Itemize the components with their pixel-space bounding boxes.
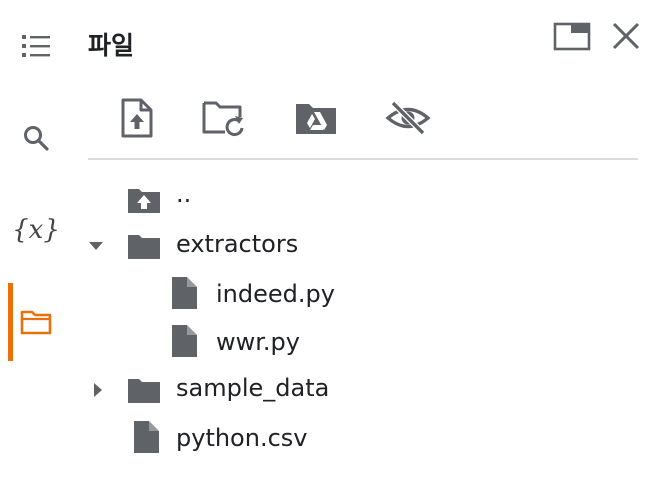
caret-right-icon[interactable] [88,380,108,400]
tree-row-label: indeed.py [216,280,335,308]
mount-drive-button[interactable] [288,92,344,148]
upload-button[interactable] [109,92,165,148]
tree-row-label: wwr.py [216,328,300,356]
toc-icon [19,32,53,60]
variables-button[interactable]: {x} [0,200,72,260]
hide-hidden-files-icon [385,99,431,141]
file-icon [128,421,164,453]
tree-row-parent[interactable]: .. [80,176,640,224]
table-of-contents-button[interactable] [0,16,72,76]
tree-row-label: .. [176,180,192,208]
file-icon [166,277,202,309]
toolbar-divider [88,158,638,160]
search-icon [21,123,51,153]
mount-drive-icon [294,100,338,140]
folder-icon [126,232,162,262]
tree-row-file[interactable]: indeed.py [80,272,640,320]
folder-icon [126,376,162,406]
variables-icon: {x} [12,215,60,245]
close-button[interactable] [606,18,646,58]
tree-row-folder[interactable]: sample_data [80,366,640,414]
close-icon [611,21,641,55]
file-icon [166,325,202,357]
parent-folder-icon [126,186,162,216]
open-in-tab-icon [553,20,591,56]
tree-row-file[interactable]: python.csv [80,416,640,464]
open-in-tab-button[interactable] [552,18,592,58]
upload-file-icon [119,97,155,143]
tree-row-folder[interactable]: extractors [80,222,640,270]
folder-icon [19,308,53,336]
caret-down-icon[interactable] [86,236,106,256]
tree-row-file[interactable]: wwr.py [80,320,640,368]
tree-row-label: extractors [176,230,299,258]
files-toolbar [88,92,638,148]
left-rail: {x} [0,0,72,498]
panel-title: 파일 [88,31,135,60]
tree-row-label: sample_data [176,374,330,402]
refresh-button[interactable] [196,92,252,148]
files-button[interactable] [0,292,72,352]
refresh-folder-icon [201,99,247,141]
toggle-hidden-files-button[interactable] [380,92,436,148]
search-button[interactable] [0,108,72,168]
tree-row-label: python.csv [176,424,308,452]
